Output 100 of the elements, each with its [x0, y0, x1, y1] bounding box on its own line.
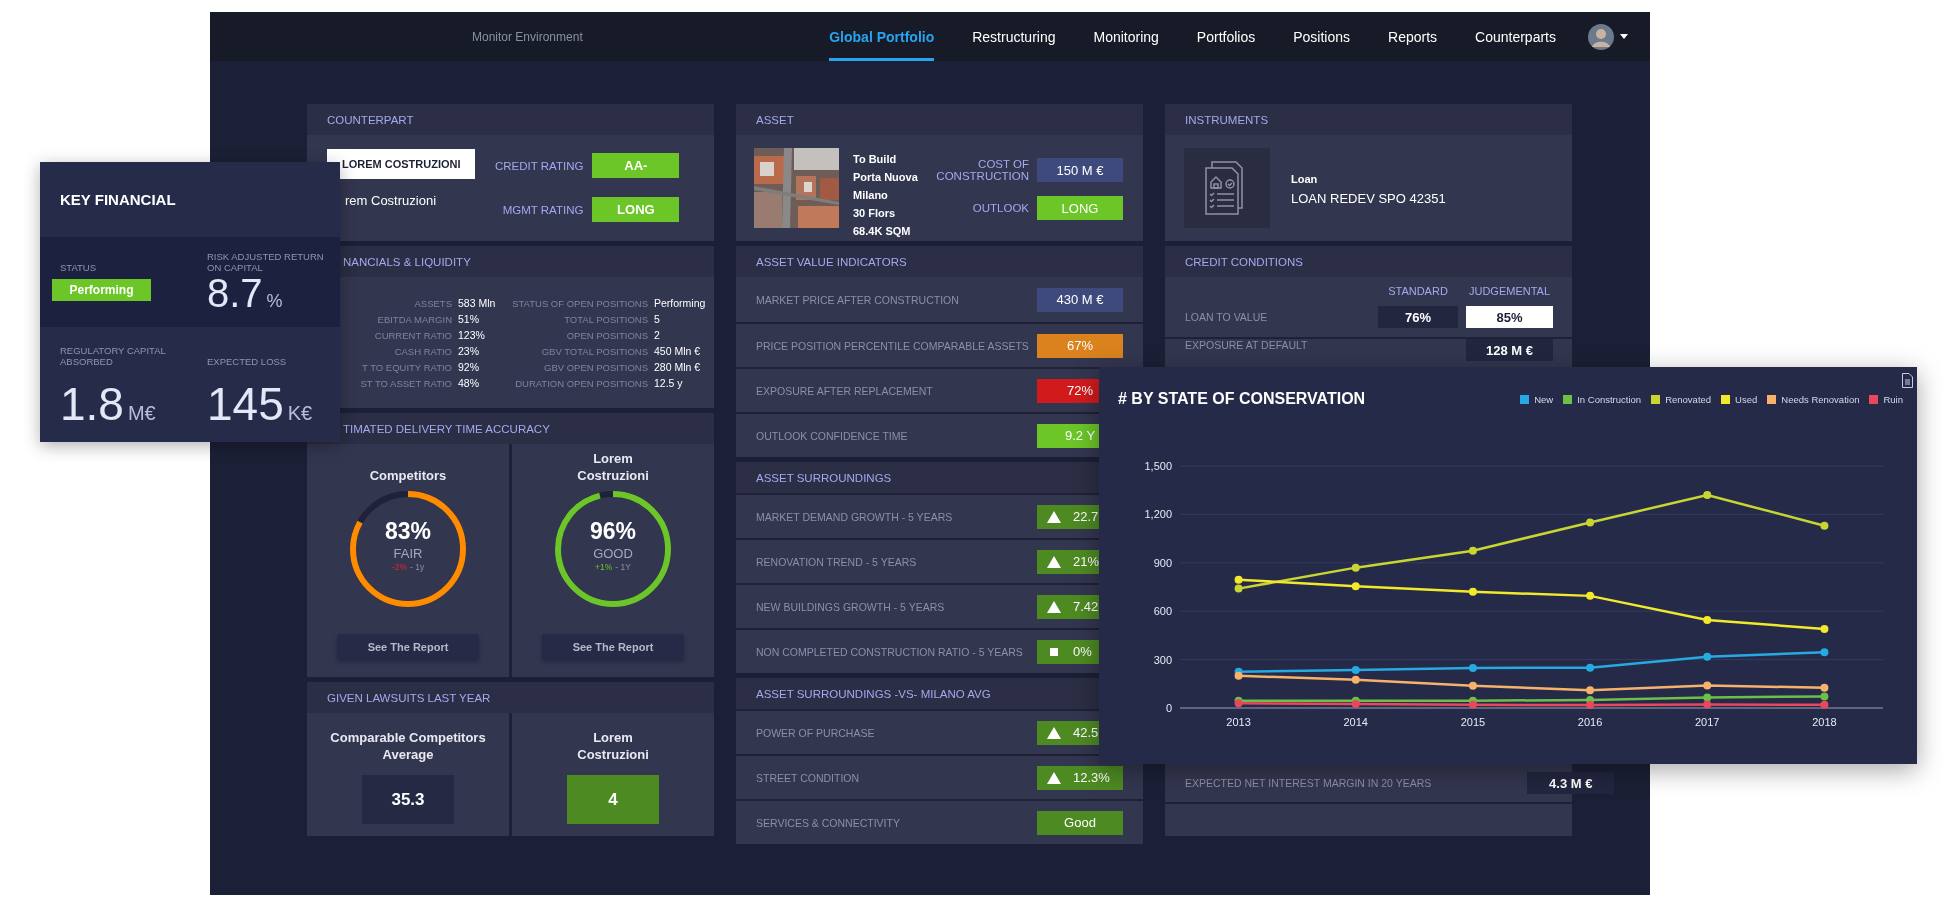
rating-label: CREDIT RATING: [495, 159, 584, 172]
metric-value: 123%: [458, 329, 486, 342]
report-button[interactable]: See The Report: [542, 634, 684, 660]
asset-detail: Milano: [853, 188, 889, 203]
metric-value: 450 Mln €: [654, 345, 702, 358]
metric-value: 12.5 y: [654, 377, 684, 390]
data-point: [1586, 518, 1595, 527]
gauge-rating: GOOD: [593, 546, 633, 561]
panel-header: ASSET VALUE INDICATORS: [736, 246, 1143, 277]
rating-label: MGMT RATING: [501, 203, 584, 216]
value-cell: 76%: [1378, 306, 1458, 328]
metric-label: OPEN POSITIONS: [565, 329, 648, 342]
data-point: [1468, 587, 1477, 596]
change-period: - 1Y: [615, 562, 631, 572]
axis-label: 300: [1153, 653, 1172, 666]
gauge-percent: 96%: [589, 518, 636, 545]
data-point: [1703, 693, 1712, 702]
panel-header: COUNTERPART: [307, 104, 714, 135]
data-point: [1234, 575, 1243, 584]
rating-badge: LONG: [592, 197, 680, 222]
metric-label: EBITDA MARGIN: [376, 313, 452, 326]
value-cell: 4.3 M €: [1527, 772, 1615, 794]
gauge-rating: FAIR: [393, 546, 423, 561]
nav-tab[interactable]: Portfolios: [1196, 12, 1256, 61]
trend-value: 21%: [1073, 554, 1100, 569]
gauge-title: Lorem Costruzioni: [576, 450, 650, 484]
metric-label: CASH RATIO: [393, 345, 452, 358]
lawsuit-title: Comparable Competitors Average: [329, 729, 487, 763]
caret-icon[interactable]: [1620, 34, 1628, 39]
data-point: [1820, 692, 1829, 701]
data-point: [1703, 700, 1712, 709]
data-point: [1703, 681, 1712, 690]
nav-tab[interactable]: Reports: [1388, 12, 1438, 61]
indicator-label: NON COMPLETED CONSTRUCTION RATIO - 5 YEARS: [756, 645, 1023, 658]
nav-tab[interactable]: Restructuring: [972, 12, 1056, 61]
trend-value: 22.7: [1073, 509, 1099, 524]
lawsuit-value: 4: [567, 775, 659, 824]
change-value: +1%: [595, 562, 613, 572]
data-point: [1234, 584, 1243, 593]
data-point: [1468, 700, 1477, 709]
axis-label: 0: [1165, 702, 1172, 714]
stat-unit: %: [266, 291, 283, 312]
document-icon[interactable]: [1902, 373, 1913, 388]
indicator-label: PRICE POSITION PERCENTILE COMPARABLE ASSETS: [756, 339, 1029, 352]
nav-tab[interactable]: Positions: [1293, 12, 1351, 61]
data-point: [1468, 546, 1477, 555]
trend-value: 7.42: [1073, 599, 1099, 614]
axis-label: 2016: [1577, 716, 1603, 728]
stat-label: EXPECTED LOSS: [207, 355, 288, 367]
axis-label: 2017: [1695, 716, 1720, 728]
indicator-label: EXPOSURE AFTER REPLACEMENT: [756, 384, 933, 397]
axis-label: 2018: [1812, 716, 1837, 728]
gauge-title: Competitors: [368, 467, 448, 484]
indicator-label: POWER OF PURCHASE: [756, 726, 875, 739]
metric-label: COST OF CONSTRUCTION: [935, 158, 1029, 182]
metric-label: CURRENT RATIO: [373, 329, 452, 342]
axis-label: 2014: [1343, 716, 1368, 728]
indicator-label: MARKET PRICE AFTER CONSTRUCTION: [756, 293, 959, 306]
lawsuit-title: Lorem Costruzioni: [576, 729, 650, 763]
data-point: [1586, 686, 1595, 695]
stat-unit: M€: [127, 402, 156, 425]
column-header: STANDARD: [1387, 285, 1449, 297]
asset-detail: Porta Nuova: [853, 170, 918, 185]
card-title: KEY FINANCIAL: [59, 190, 177, 210]
data-point: [1586, 591, 1595, 600]
axis-label: 2013: [1226, 716, 1251, 728]
data-point: [1586, 701, 1595, 710]
indicator-label: MARKET DEMAND GROWTH - 5 YEARS: [756, 510, 953, 523]
avatar[interactable]: [1588, 23, 1614, 50]
metric-value: 5: [654, 313, 661, 326]
legend-label: Renovated: [1665, 393, 1712, 405]
nav-tab[interactable]: Counterparts: [1475, 12, 1556, 61]
gauge-percent: 83%: [384, 518, 431, 545]
counterpart-name: rem Costruzioni: [344, 193, 438, 208]
data-point: [1234, 699, 1243, 708]
trend-value: 42.5: [1073, 725, 1099, 740]
panel-header: CREDIT CONDITIONS: [1165, 246, 1572, 277]
value-cell: 85%: [1466, 306, 1553, 328]
triangle-up-icon: [1047, 600, 1061, 613]
nav-tab[interactable]: Monitoring: [1093, 12, 1159, 61]
value-cell: 128 M €: [1466, 339, 1553, 361]
report-button[interactable]: See The Report: [337, 634, 479, 660]
metric-label: T TO EQUITY RATIO: [361, 361, 452, 374]
data-point: [1820, 624, 1829, 633]
legend-label: Ruin: [1883, 393, 1903, 405]
axis-label: 1,200: [1144, 508, 1172, 521]
value-badge: 67%: [1037, 333, 1123, 358]
metric-value: 280 Mln €: [654, 361, 702, 374]
indicator-label: NEW BUILDINGS GROWTH - 5 YEARS: [756, 600, 945, 613]
square-icon: [1050, 647, 1058, 656]
data-point: [1351, 563, 1360, 572]
legend-label: Needs Renovation: [1781, 393, 1860, 405]
nav-tab[interactable]: Global Portfolio: [829, 12, 935, 61]
panel-header: ASSET: [736, 104, 1143, 135]
triangle-up-icon: [1047, 771, 1061, 784]
data-point: [1820, 648, 1829, 657]
value-badge: 430 M €: [1037, 287, 1123, 312]
metric-value: 51%: [458, 313, 480, 326]
metric-value: 92%: [458, 361, 480, 374]
name-field[interactable]: LOREM COSTRUZIONI: [327, 149, 475, 179]
